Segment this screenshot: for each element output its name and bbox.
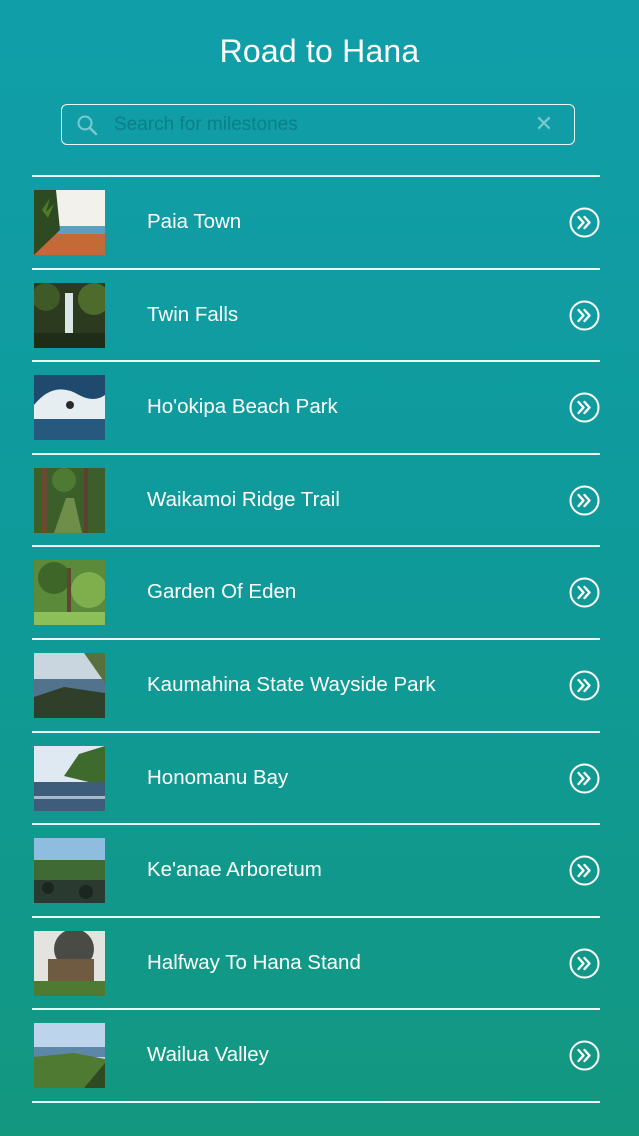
thumbnail-image (34, 652, 105, 718)
list-item[interactable]: Wailua Valley (32, 1010, 600, 1103)
chevron-double-right-icon[interactable] (569, 392, 600, 423)
thumbnail-image (34, 467, 105, 533)
list-item-label: Paia Town (147, 210, 242, 233)
search-bar[interactable]: ✕ (61, 104, 575, 145)
list-item-label: Ke'anae Arboretum (147, 858, 322, 882)
thumbnail-image (34, 1023, 105, 1089)
chevron-double-right-icon[interactable] (569, 300, 600, 331)
chevron-double-right-icon[interactable] (569, 485, 600, 516)
chevron-double-right-icon[interactable] (569, 670, 600, 701)
list-item-label: Kaumahina State Wayside Park (147, 672, 436, 696)
list-item-label: Wailua Valley (147, 1043, 269, 1067)
list-item[interactable]: Halfway To Hana Stand (32, 918, 600, 1011)
chevron-double-right-icon[interactable] (569, 1040, 600, 1071)
list-item-label: Halfway To Hana Stand (147, 950, 361, 974)
list-item[interactable]: Garden Of Eden (32, 547, 600, 640)
chevron-double-right-icon[interactable] (569, 577, 600, 608)
page-title: Road to Hana (219, 33, 420, 69)
list-item-label: Honomanu Bay (147, 765, 289, 789)
list-item[interactable]: Ho'okipa Beach Park (32, 362, 600, 455)
list-item-label: Ho'okipa Beach Park (147, 395, 338, 419)
chevron-double-right-icon[interactable] (569, 763, 600, 794)
list-item-label: Waikamoi Ridge Trail (147, 487, 340, 511)
thumbnail-image (34, 282, 105, 348)
thumbnail-image (34, 745, 105, 811)
close-icon[interactable]: ✕ (534, 114, 554, 136)
list-item[interactable]: Ke'anae Arboretum (32, 825, 600, 918)
milestone-list: Paia Town Twin Falls Ho'okipa Beach Park… (32, 175, 600, 1103)
list-item[interactable]: Paia Town (32, 177, 600, 270)
list-item[interactable]: Honomanu Bay (32, 733, 600, 826)
thumbnail-image (34, 838, 105, 904)
thumbnail-image (34, 560, 105, 626)
chevron-double-right-icon[interactable] (569, 855, 600, 886)
list-item[interactable]: Kaumahina State Wayside Park (32, 640, 600, 733)
chevron-double-right-icon[interactable] (569, 207, 600, 238)
list-item-label: Garden Of Eden (147, 580, 297, 604)
list-item[interactable]: Waikamoi Ridge Trail (32, 455, 600, 548)
search-icon (77, 115, 98, 136)
search-input[interactable] (114, 110, 524, 140)
chevron-double-right-icon[interactable] (569, 948, 600, 979)
list-item-label: Twin Falls (147, 302, 239, 326)
list-item[interactable]: Twin Falls (32, 270, 600, 363)
thumbnail-image (34, 375, 105, 441)
thumbnail-image (34, 930, 105, 996)
thumbnail-image (34, 190, 105, 255)
